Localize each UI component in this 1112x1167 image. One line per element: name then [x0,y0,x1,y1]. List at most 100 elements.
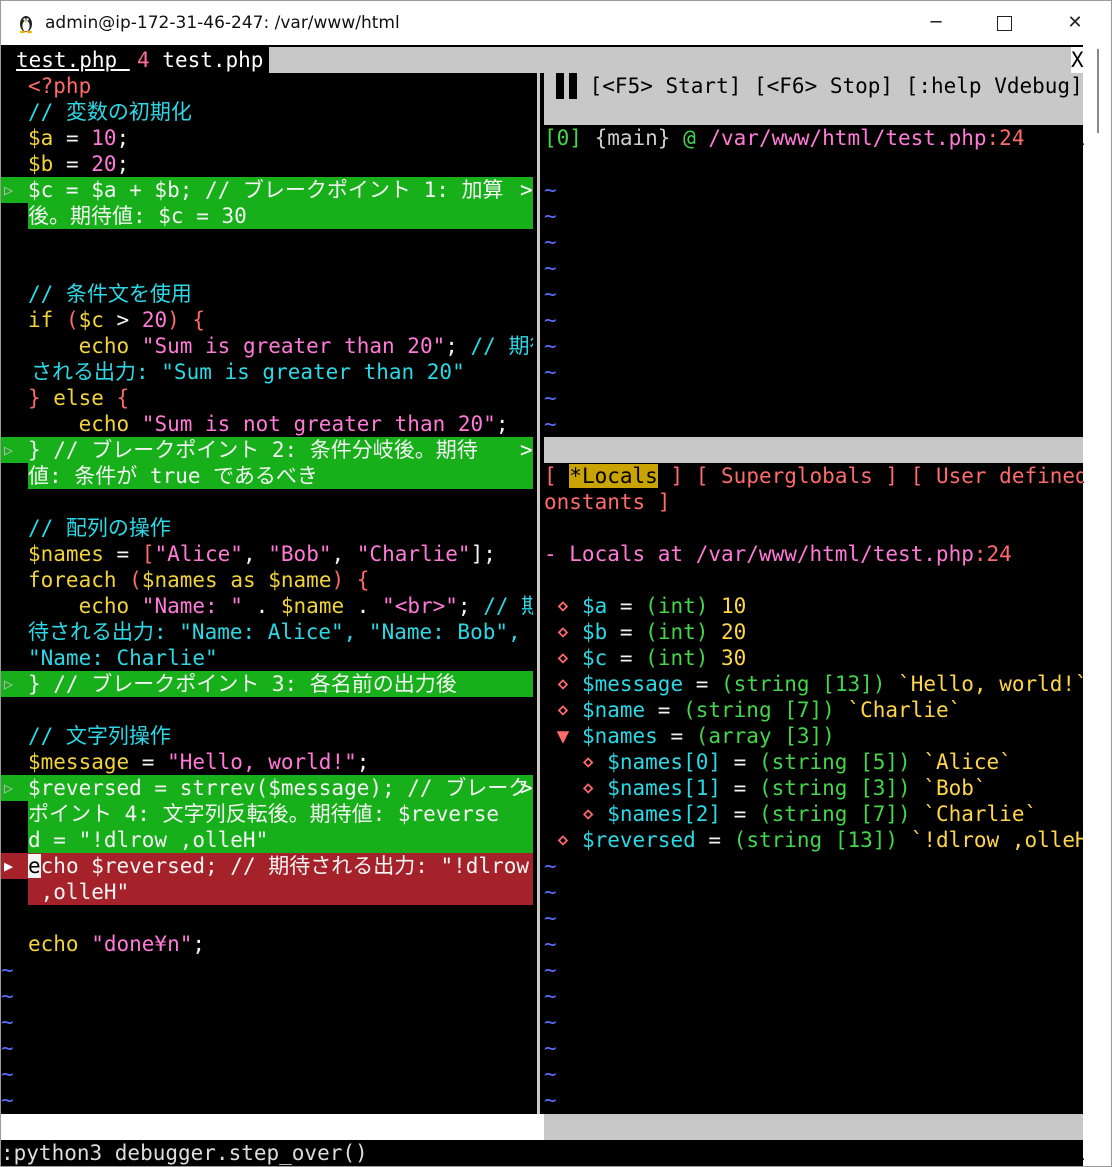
maximize-button[interactable] [981,1,1027,45]
empty-line-marker: ~ [1,958,14,982]
equals-sign: = [721,802,759,826]
code-line-19: 待される出力: "Name: Alice", "Name: Bob", [28,620,521,644]
code-line-11: } else { [28,386,130,410]
breakpoint-line-2[interactable]: ▷} // ブレークポイント 2: 条件分岐後。期待 > [1,437,533,463]
context-tabs-wrap[interactable]: onstants ] [544,489,1083,515]
empty-line-marker: ~ [544,1088,557,1112]
tux-penguin-icon [19,16,33,34]
tab-test-php-4[interactable]: 4 test.php [131,47,270,73]
expand-marker-icon[interactable]: ⋄ [544,750,607,774]
locals-variable-row[interactable]: ▼ $names = (array [3]) [544,723,1083,749]
code-line-23: $message = "Hello, world!"; [28,750,370,774]
empty-line-marker: ~ [544,204,557,228]
context-tabs: [ *Locals ] [ Superglobals ] [ User defi… [544,463,1083,489]
variable-value: 20 [721,620,747,644]
empty-line-marker: ~ [544,412,557,436]
line-continues-marker: > [520,776,533,800]
tabline-close-button[interactable]: X [1071,47,1084,73]
empty-line-marker: ~ [544,984,557,1008]
variable-type: (int) [645,646,722,670]
minimize-button[interactable]: ─ [913,1,959,45]
expand-marker-icon[interactable]: ⋄ [544,672,582,696]
empty-line-marker: ~ [544,308,557,332]
expand-marker-icon[interactable]: ⋄ [544,646,582,670]
code-line-18: echo "Name: " . $name . "<br>"; // 期 [28,594,533,618]
locals-variable-row[interactable]: ⋄ $names[2] = (string [7]) `Charlie` [544,801,1083,827]
empty-line-marker: ~ [544,256,557,280]
variable-type: (string [5]) [758,750,924,774]
locals-variable-row[interactable]: ⋄ $reversed = (string [13]) `!dlrow ,oll… [544,827,1083,853]
variable-name: $names[2] [607,802,722,826]
empty-line-marker: ~ [544,1010,557,1034]
tab-locals[interactable]: *Locals [569,464,658,488]
expand-marker-icon[interactable]: ▼ [544,724,582,748]
vim-terminal[interactable]: test.php 4 test.php X <?php // 変数の初期化 $a… [1,47,1086,1166]
variable-value: `Alice` [923,750,1012,774]
variable-value: 10 [721,594,747,618]
scrollbar-thumb[interactable] [1097,49,1099,133]
locals-variable-row[interactable]: ⋄ $b = (int) 20 [544,619,1083,645]
locals-variable-row[interactable]: ⋄ $names[0] = (string [5]) `Alice` [544,749,1083,775]
locals-variable-row[interactable]: ⋄ $names[1] = (string [3]) `Bob` [544,775,1083,801]
breakpoint-line-1[interactable]: ▷ $c = $a + $b; // ブレークポイント 1: 加算 > [1,177,533,203]
vim-tabline: test.php 4 test.php X [1,47,1084,73]
empty-line-marker: ~ [544,360,557,384]
equals-sign: = [721,750,759,774]
empty-line-marker: ~ [544,1036,557,1060]
locals-variable-row[interactable]: ⋄ $name = (string [7]) `Charlie` [544,697,1083,723]
expand-marker-icon[interactable]: ⋄ [544,698,582,722]
variable-name: $names[0] [607,750,722,774]
breakpoint-marker-icon[interactable]: ▷ [1,177,28,203]
code-line-3: $a = 10; [28,126,130,150]
breakpoint-marker-icon[interactable]: ▷ [1,775,28,801]
variable-type: (int) [645,620,722,644]
equals-sign: = [607,620,646,644]
equals-sign: = [721,776,759,800]
expand-marker-icon[interactable]: ⋄ [544,620,582,644]
breakpoint-marker-icon[interactable]: ▷ [1,437,28,463]
equals-sign: = [695,828,734,852]
minimize-icon: ─ [930,12,942,33]
variable-type: (array [3]) [695,724,835,748]
tab-superglobals-and-user-defined[interactable]: ] [ Superglobals ] [ User defined c [658,464,1083,488]
current-execution-line-wrap: ,olleH" [1,879,533,905]
locals-variable-row[interactable]: ⋄ $c = (int) 30 [544,645,1083,671]
expand-marker-icon[interactable]: ⋄ [544,802,607,826]
variable-name: $message [581,672,684,696]
expand-marker-icon[interactable]: ⋄ [544,776,607,800]
variable-type: (string [3]) [758,776,924,800]
current-execution-line[interactable]: ▶ echo $reversed; // 期待される出力: "!dlrow [1,853,533,879]
empty-line-marker: ~ [1,984,14,1008]
status-stack-frame[interactable]: [0] {main} @ /var/www/html/test.php:24 [544,125,1083,151]
equals-sign: = [683,672,722,696]
variable-type: (string [7]) [683,698,848,722]
breakpoint-line-4[interactable]: ▷ $reversed = strrev($message); // ブレーク > [1,775,533,801]
breakpoint-marker-icon[interactable]: ▷ [1,671,28,697]
empty-line-marker: ~ [544,230,557,254]
breakpoint-line-3[interactable]: ▷} // ブレークポイント 3: 各名前の出力後 [1,671,533,697]
vdebug-keys-hint[interactable]: [<F5> Start] [<F6> Stop] [:help Vdebug] [577,74,1083,98]
breakpoint-line-2-wrap: 値: 条件が true であるべき [1,463,533,489]
terminal-scrollbar[interactable] [1083,45,1111,1166]
locals-variable-row[interactable]: ⋄ $a = (int) 10 [544,593,1083,619]
tab-label: test.php [149,48,264,72]
vim-command-line[interactable]: :python3 debugger.step_over() [1,1140,1083,1166]
vertical-split-separator[interactable] [533,73,544,1114]
code-line-15: // 配列の操作 [28,516,171,540]
file-statusline: test.php 24,1 All [1,1114,534,1165]
equals-sign: = [607,594,646,618]
empty-line-marker: ~ [544,386,557,410]
empty-line-marker: ~ [1,1088,14,1112]
close-button[interactable]: ✕ [1052,1,1098,45]
title-bar[interactable]: admin@ip-172-31-46-247: /var/www/html ─ … [1,1,1111,45]
expand-marker-icon[interactable]: ⋄ [544,594,582,618]
variable-name: $b [581,620,608,644]
debugger-stack-statusline: DebuggerStack 1,1 All [544,437,1086,488]
tab-test-php-active[interactable]: test.php [1,47,136,73]
empty-line-marker: ~ [544,880,557,904]
expand-marker-icon[interactable]: ⋄ [544,828,582,852]
locals-header: - Locals at /var/www/html/test.php:24 [544,542,1012,566]
variable-type: (string [13]) [721,672,899,696]
variable-value: `Hello, world!` [898,672,1083,696]
locals-variable-row[interactable]: ⋄ $message = (string [13]) `Hello, world… [544,671,1083,697]
